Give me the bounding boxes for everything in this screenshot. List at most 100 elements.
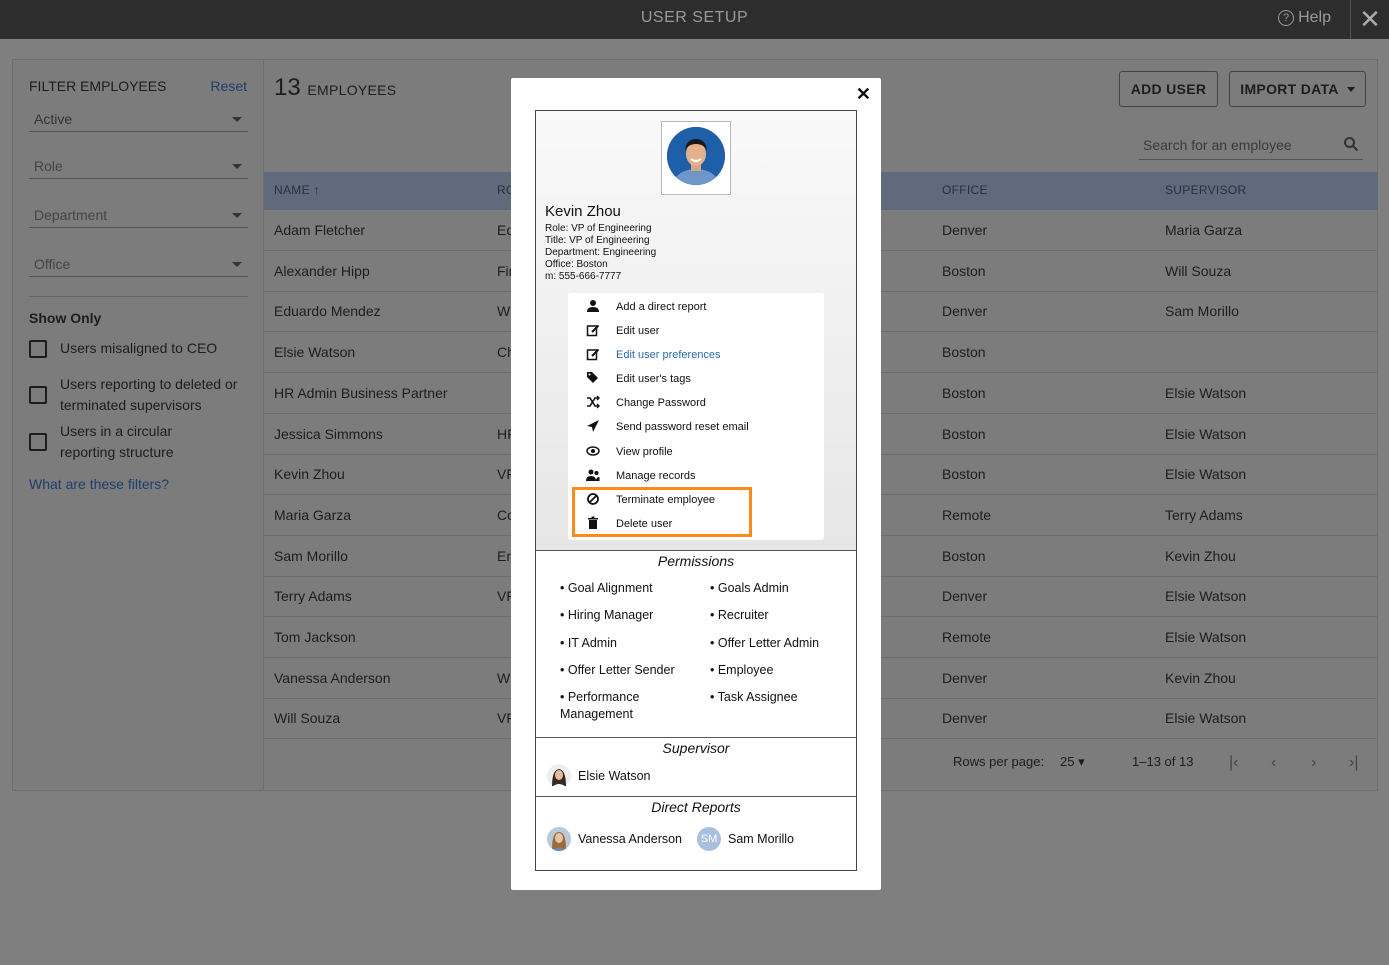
checkbox[interactable] [29, 340, 47, 358]
permission-item: • Offer Letter Sender [560, 663, 675, 677]
pagination-range: 1–13 of 13 [1132, 754, 1194, 769]
direct-report-name: Sam Morillo [728, 832, 794, 846]
search-input[interactable]: Search for an employee [1139, 130, 1363, 160]
menu-item-manage-records[interactable]: Manage records [568, 464, 824, 488]
cell-office: Denver [942, 710, 988, 727]
cell-office: Remote [942, 506, 992, 523]
permission-item: • Goals Admin [710, 581, 789, 595]
cell-name: Tom Jackson [274, 629, 356, 645]
filter-sidebar: FILTER EMPLOYEES Reset Active Role Depar… [13, 60, 264, 790]
cell-role: W [497, 669, 511, 686]
column-header-supervisor[interactable]: SUPERVISOR [1165, 183, 1246, 197]
menu-item-add-direct-report[interactable]: Add a direct report [568, 295, 824, 319]
department-select-placeholder: Department [34, 207, 108, 223]
cell-name: Adam Fletcher [274, 222, 366, 238]
cell-supervisor: Will Souza [1165, 262, 1232, 279]
chevron-down-icon [232, 262, 242, 267]
cell-supervisor: Kevin Zhou [1165, 669, 1236, 686]
role-select[interactable]: Role [29, 153, 248, 179]
menu-item-change-password[interactable]: Change Password [568, 391, 824, 415]
help-button[interactable]: ? Help [1278, 9, 1331, 27]
menu-item-view-profile[interactable]: View profile [568, 440, 824, 464]
avatar [547, 827, 571, 851]
column-header-office[interactable]: OFFICE [942, 183, 988, 197]
checkbox[interactable] [29, 386, 47, 404]
next-page-icon[interactable]: › [1311, 754, 1316, 772]
close-modal-button[interactable]: ✕ [856, 84, 871, 105]
rows-per-page-select[interactable]: 25 ▾ [1060, 754, 1085, 770]
first-page-icon[interactable]: |‹ [1229, 754, 1238, 772]
tags-icon [587, 372, 598, 383]
direct-report-link[interactable]: Vanessa Anderson [547, 827, 682, 851]
menu-item-edit-user-tags[interactable]: Edit user's tags [568, 367, 824, 391]
permission-item: • Employee [710, 663, 774, 677]
menu-item-edit-user-preferences[interactable]: Edit user preferences [568, 343, 824, 367]
checkbox-label: Users in a circular reporting structure [60, 423, 174, 460]
reset-filters-link[interactable]: Reset [210, 78, 247, 94]
cell-supervisor: Terry Adams [1165, 506, 1243, 523]
menu-item-edit-user[interactable]: Edit user [568, 319, 824, 343]
send-icon [587, 420, 599, 432]
eye-icon [586, 446, 600, 456]
user-title: Title: VP of Engineering [545, 235, 650, 246]
cell-office: Boston [942, 262, 986, 279]
edit-icon [586, 348, 600, 361]
direct-report-link[interactable]: SM Sam Morillo [697, 827, 794, 851]
user-name: Kevin Zhou [545, 203, 621, 220]
add-user-button[interactable]: ADD USER [1119, 71, 1218, 107]
filter-checkbox-deleted-supervisors[interactable]: Users reporting to deleted or terminated… [29, 374, 239, 416]
cell-office: Denver [942, 669, 988, 686]
filters-help-link[interactable]: What are these filters? [29, 476, 169, 492]
cell-supervisor: Sam Morillo [1165, 303, 1239, 320]
cell-office: Boston [942, 384, 986, 401]
cell-name: Eduardo Mendez [274, 303, 381, 320]
checkbox[interactable] [29, 433, 47, 451]
cell-name: Sam Morillo [274, 547, 348, 564]
cell-name: Jessica Simmons [274, 425, 383, 442]
edit-icon [586, 324, 600, 337]
permission-item: • Goal Alignment [560, 581, 653, 595]
cell-supervisor: Elsie Watson [1165, 425, 1247, 442]
avatar: SM [697, 827, 721, 851]
cell-name: Vanessa Anderson [274, 669, 391, 686]
office-select-placeholder: Office [34, 256, 71, 272]
previous-page-icon[interactable]: ‹ [1271, 754, 1276, 772]
supervisor-link[interactable]: Elsie Watson [547, 764, 650, 788]
divider [536, 737, 856, 738]
cell-name: Maria Garza [274, 506, 352, 523]
direct-report-name: Vanessa Anderson [578, 832, 683, 846]
permission-item: • Recruiter [710, 608, 769, 622]
cell-supervisor: Kevin Zhou [1165, 547, 1236, 564]
avatar [547, 764, 571, 788]
chevron-down-icon [232, 117, 242, 122]
user-detail-modal: ✕ Kevin Zhou Role: VP of Engineering Tit… [511, 78, 881, 890]
user-role: Role: VP of Engineering [545, 223, 652, 234]
rows-per-page-label: Rows per page: [953, 754, 1045, 769]
cell-office: Remote [942, 629, 992, 645]
user-department: Department: Engineering [545, 247, 657, 258]
close-window-button[interactable]: ✕ [1350, 0, 1389, 39]
title-bar: USER SETUP ? Help ✕ [0, 0, 1389, 39]
search-placeholder: Search for an employee [1143, 137, 1292, 153]
office-select[interactable]: Office [29, 251, 248, 277]
help-icon: ? [1278, 10, 1295, 26]
add-user-label: ADD USER [1130, 81, 1207, 97]
user-card: Kevin Zhou Role: VP of Engineering Title… [535, 110, 857, 871]
permission-item: • IT Admin [560, 636, 617, 650]
people-icon [586, 469, 600, 481]
employee-count-label: EMPLOYEES [307, 82, 397, 98]
status-select[interactable]: Active [29, 106, 248, 132]
column-header-name[interactable]: NAME ↑ [274, 183, 320, 197]
last-page-icon[interactable]: ›| [1349, 754, 1358, 772]
filter-checkbox-circular[interactable]: Users in a circular reporting structure [29, 421, 209, 463]
cell-supervisor: Elsie Watson [1165, 384, 1247, 401]
cell-name: Elsie Watson [274, 344, 356, 361]
supervisor-heading: Supervisor [662, 740, 730, 756]
chevron-down-icon [232, 164, 242, 169]
import-data-button[interactable]: IMPORT DATA [1229, 71, 1366, 107]
permissions-heading: Permissions [657, 553, 735, 569]
filter-heading: FILTER EMPLOYEES [29, 78, 167, 94]
department-select[interactable]: Department [29, 202, 248, 228]
filter-checkbox-misaligned[interactable]: Users misaligned to CEO [29, 338, 229, 359]
menu-item-send-password-reset[interactable]: Send password reset email [568, 415, 824, 439]
